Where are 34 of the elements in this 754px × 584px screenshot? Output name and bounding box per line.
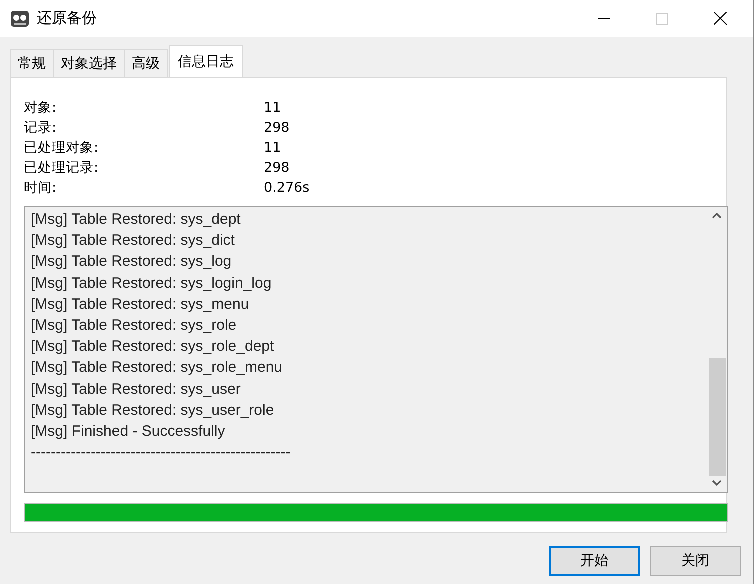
dialog-button[interactable]: 开始 bbox=[549, 546, 640, 576]
scroll-up-icon[interactable] bbox=[712, 213, 722, 219]
stat-label: 记录: bbox=[24, 119, 58, 138]
log-line: ---------------------------------------------------- bbox=[31, 443, 292, 464]
app-icon bbox=[10, 10, 30, 28]
scroll-down-icon[interactable] bbox=[712, 480, 722, 486]
log-line: [Msg] Finished - Successfully bbox=[31, 422, 226, 442]
tab[interactable]: 常规 bbox=[10, 49, 54, 77]
stat-label: 已处理记录: bbox=[24, 159, 100, 178]
log-line: [Msg] Table Restored: sys_dict bbox=[31, 231, 236, 252]
stat-label: 对象: bbox=[24, 99, 58, 118]
log-line: [Msg] Table Restored: sys_role_dept bbox=[31, 337, 276, 358]
log-line: [Msg] Table Restored: sys_user bbox=[31, 380, 242, 400]
stat-value: 298 bbox=[264, 159, 291, 178]
tab[interactable]: 信息日志 bbox=[169, 45, 243, 77]
log-line: [Msg] Table Restored: sys_dept bbox=[31, 210, 242, 230]
log-line: [Msg] Table Restored: sys_user_role bbox=[31, 400, 276, 421]
stat-value: 0.276s bbox=[264, 179, 311, 198]
stat-value: 298 bbox=[264, 119, 291, 138]
stat-label: 时间: bbox=[24, 179, 58, 198]
dialog-button[interactable]: 关闭 bbox=[650, 546, 741, 576]
log-line: [Msg] Table Restored: sys_role_menu bbox=[31, 358, 284, 378]
log-line: [Msg] Table Restored: sys_menu bbox=[31, 294, 250, 315]
close-icon[interactable] bbox=[714, 12, 727, 25]
window-title: 还原备份 bbox=[37, 9, 97, 28]
scroll-thumb[interactable] bbox=[708, 358, 726, 476]
stat-value: 11 bbox=[264, 139, 282, 158]
log-line: [Msg] Table Restored: sys_login_log bbox=[31, 274, 273, 294]
stat-value: 11 bbox=[264, 99, 282, 118]
tab[interactable]: 高级 bbox=[124, 49, 168, 77]
minimize-icon[interactable] bbox=[598, 18, 610, 20]
log-line: [Msg] Table Restored: sys_log bbox=[31, 252, 233, 272]
log-line: [Msg] Table Restored: sys_role bbox=[31, 316, 238, 336]
stat-label: 已处理对象: bbox=[24, 139, 100, 158]
